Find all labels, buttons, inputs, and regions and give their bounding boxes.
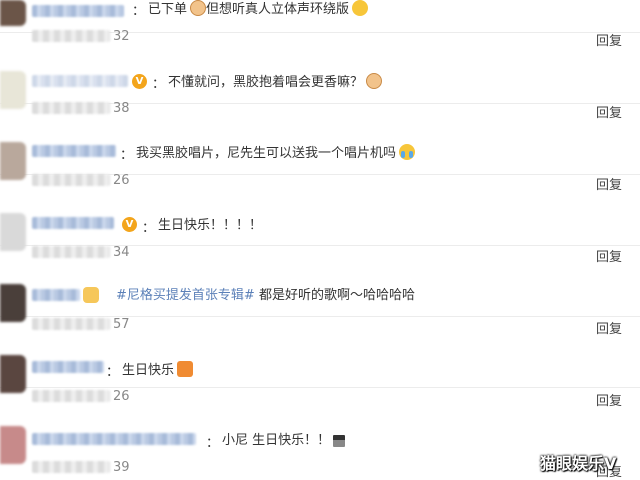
hand-emoji-icon: [83, 287, 99, 303]
comment-text: 生日快乐！！！！: [158, 217, 262, 235]
thinking-emoji-icon: [352, 0, 369, 16]
avatar[interactable]: [0, 0, 26, 26]
comment-text-part: 不懂就问，黑胶抱着唱会更香嘛？: [168, 75, 364, 90]
comment-item: #尼格买提发首张专辑# 都是好听的歌啊～哈哈哈哈 57 回复: [0, 246, 640, 337]
verified-badge-icon: V: [132, 74, 147, 89]
username-blurred[interactable]: [32, 217, 114, 229]
comment-text: 不懂就问，黑胶抱着唱会更香嘛？: [168, 73, 383, 92]
comment-text-part: 生日快乐！！！！: [158, 218, 263, 233]
comment-colon: ：: [152, 77, 166, 92]
comment-text-part: 生日快乐: [122, 363, 175, 378]
comment-item: ： 小尼 生日快乐！！ 39 回复: [0, 388, 640, 480]
comment-colon: ：: [132, 4, 146, 19]
cat-face-emoji-icon: [190, 0, 207, 16]
timestamp-blurred: [32, 461, 110, 473]
username-blurred[interactable]: [32, 5, 124, 17]
avatar[interactable]: [0, 426, 26, 464]
username-blurred[interactable]: [32, 75, 128, 87]
gift-emoji-icon: [177, 361, 194, 377]
comment-text: 小尼 生日快乐！！: [222, 432, 346, 450]
comment-text-part: 都是好听的歌啊～哈哈哈哈: [258, 288, 415, 303]
comment-item: V ： 不懂就问，黑胶抱着唱会更香嘛？ 38 回复: [0, 33, 640, 121]
watermark: 猫眼娱乐V: [540, 454, 617, 473]
comment-text-part: 我买黑胶唱片，尼先生可以送我一个唱片机吗: [136, 146, 397, 161]
comment-item: ： 我买黑胶唱片，尼先生可以送我一个唱片机吗 26 回复: [0, 104, 640, 193]
comment-colon: ：: [142, 221, 156, 236]
cat-face-emoji-icon: [366, 73, 383, 89]
username-blurred[interactable]: [32, 145, 116, 157]
comment-text-part: 小尼 生日快乐！！: [222, 433, 331, 448]
comment-colon: ：: [206, 436, 220, 451]
comment-text: 已下单 但想听真人立体声环绕版: [148, 0, 369, 19]
like-count[interactable]: 39: [113, 460, 130, 475]
comment-item: ： 生日快乐 26 回复: [0, 317, 640, 409]
cake-emoji-icon: [333, 435, 346, 447]
comment-item: V ： 生日快乐！！！！ 34 回复: [0, 175, 640, 265]
comment-colon: ：: [106, 365, 120, 380]
comment-text: 生日快乐: [122, 361, 194, 380]
username-blurred[interactable]: [32, 361, 104, 373]
comment-text-part: 但想听真人立体声环绕版: [206, 2, 350, 17]
comment-text: 我买黑胶唱片，尼先生可以送我一个唱片机吗: [136, 144, 416, 163]
username-blurred[interactable]: [32, 433, 196, 445]
comment-text: #尼格买提发首张专辑# 都是好听的歌啊～哈哈哈哈: [116, 287, 415, 305]
verified-badge-icon: V: [122, 217, 137, 232]
comment-colon: ：: [120, 148, 134, 163]
crying-emoji-icon: [399, 144, 416, 160]
comment-text-part: 已下单: [148, 2, 188, 17]
topic-link[interactable]: #尼格买提发首张专辑#: [116, 288, 255, 303]
username-blurred[interactable]: [32, 289, 80, 301]
comment-item: ： 已下单 但想听真人立体声环绕版 32 回复: [0, 0, 640, 49]
